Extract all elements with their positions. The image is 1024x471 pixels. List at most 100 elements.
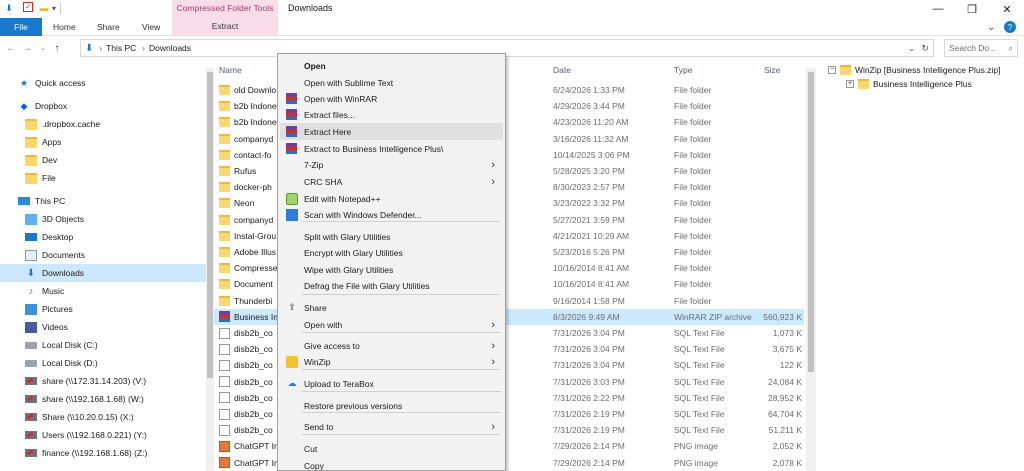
menu-item-open-with-sublime-text[interactable]: Open with Sublime Text [280,74,503,91]
back-arrow-icon[interactable]: ← [4,41,18,55]
restore-button[interactable]: ❐ [955,0,989,18]
menu-item-send-to[interactable]: Send to › [280,418,503,435]
menu-item-open[interactable]: Open [280,57,503,74]
image-file-icon [219,457,230,469]
menu-item-scan-with-windows-defender[interactable]: Scan with Windows Defender... [280,206,503,223]
forward-arrow-icon[interactable]: → [20,41,34,55]
sidebar-item-finance-z[interactable]: finance (\\192.168.1.68) (Z:) [0,444,206,462]
menu-item-open-with-winrar[interactable]: Open with WinRAR [280,90,503,107]
menu-item-winzip[interactable]: WinZip › [280,353,503,370]
menu-item-label: Scan with Windows Defender... [304,209,422,220]
sidebar-item-file[interactable]: File [0,169,206,187]
sidebar-item-music[interactable]: ♪ Music [0,282,206,300]
sidebar-item-label: Music [42,286,65,296]
menu-item-encrypt-with-glary-utilities[interactable]: Encrypt with Glary Utilities [280,244,503,261]
menu-item-copy[interactable]: Copy [280,457,503,471]
scrollbar-thumb[interactable] [808,72,814,372]
file-type: File folder [674,85,712,95]
column-header-size[interactable]: Size [764,65,781,75]
address-bar[interactable]: ⬇ › This PC › Downloads ⌄ ↻ [80,39,934,57]
file-name: old Downlo [234,85,277,95]
ribbon-expand-icon[interactable]: ⌄ [987,18,995,36]
column-header-date[interactable]: Date [553,65,571,75]
navigation-pane-scrollbar[interactable] [206,68,214,471]
refresh-icon[interactable]: ↻ [921,43,929,54]
minimize-button[interactable]: — [921,0,955,18]
sidebar-item-dropbox[interactable]: ◆ Dropbox [0,97,206,115]
menu-item-open-with[interactable]: Open with › [280,316,503,333]
sidebar-item-dev[interactable]: Dev [0,151,206,169]
sidebar-item-this-pc[interactable]: This PC [0,192,206,210]
column-header-type[interactable]: Type [674,65,692,75]
sidebar-item-desktop[interactable]: Desktop [0,228,206,246]
menu-item-upload-to-terabox[interactable]: ☁ Upload to TeraBox [280,375,503,392]
sidebar-item-3d-objects[interactable]: 3D Objects [0,210,206,228]
sidebar-item-downloads[interactable]: ⬇ Downloads [0,264,206,282]
file-type: File folder [674,295,712,306]
file-type: File folder [674,166,712,176]
sidebar-item-videos[interactable]: Videos [0,318,206,336]
sidebar-item-documents[interactable]: Documents [0,246,206,264]
menu-item-edit-with-notepad[interactable]: Edit with Notepad++ [280,190,503,207]
collapse-icon[interactable]: − [828,66,836,74]
tab-home[interactable]: Home [53,18,76,36]
dropbox-icon: ◆ [20,100,28,111]
menu-item-split-with-glary-utilities[interactable]: Split with Glary Utilities [280,228,503,245]
search-input[interactable]: Search Do... ⌕ [944,39,1018,57]
file-size: 2,052 K [772,441,802,452]
menu-item-label: 7-Zip [304,159,324,170]
sidebar-item-quick-access[interactable]: ★ Quick access [0,74,206,92]
expand-icon[interactable]: + [846,80,854,88]
sidebar-item-label: Documents [42,250,85,260]
up-arrow-icon[interactable]: ↑ [50,41,64,55]
sidebar-item-users-y[interactable]: Users (\\192.168.0.221) (Y:) [0,426,206,444]
search-icon: ⌕ [1008,42,1013,53]
sidebar-item-local-disk-d[interactable]: Local Disk (D:) [0,354,206,372]
sidebar-item-share-v[interactable]: share (\\172.31.14.203) (V:) [0,372,206,390]
properties-check-icon[interactable]: ✓ [23,2,33,12]
sidebar-item-dropbox-cache[interactable]: .dropbox.cache [0,115,206,133]
menu-item-extract-here[interactable]: Extract Here [280,123,503,140]
tree-item-label: WinZip [Business Intelligence Plus.zip] [855,65,1001,75]
close-button[interactable]: ✕ [990,0,1024,18]
column-header-name[interactable]: Name [219,65,242,75]
download-arrow-icon[interactable]: ⬇ [3,2,15,14]
file-size: 24,084 K [767,376,802,387]
menu-item-share[interactable]: ⇪ Share [280,299,503,316]
sidebar-item-local-disk-c[interactable]: Local Disk (C:) [0,336,206,354]
help-icon[interactable]: ? [1004,21,1016,33]
file-type: File folder [674,279,712,290]
menu-item-defrag-the-file-with-glary-utilities[interactable]: Defrag the File with Glary Utilities [280,277,503,294]
quick-access-dropdown-icon[interactable]: ▾ [48,2,60,14]
menu-item-extract-to-business-intelligence-plus[interactable]: Extract to Business Intelligence Plus\ [280,140,503,157]
breadcrumb-this-pc[interactable]: This PC [106,43,136,53]
file-date: 7/29/2026 2:14 PM [553,457,625,468]
menu-item-wipe-with-glary-utilities[interactable]: Wipe with Glary Utilities [280,261,503,278]
menu-item-give-access-to[interactable]: Give access to › [280,337,503,354]
file-list-scrollbar[interactable] [806,68,816,471]
tab-file[interactable]: File [0,18,42,36]
menu-item-crc-sha[interactable]: CRC SHA › [280,173,503,190]
breadcrumb-downloads[interactable]: Downloads [149,43,191,53]
address-dropdown-icon[interactable]: ⌄ [908,44,915,53]
sidebar-item-apps[interactable]: Apps [0,133,206,151]
menu-item-label: Open with [304,319,343,330]
menu-item-extract-files[interactable]: Extract files... [280,106,503,123]
breadcrumb-separator-icon: › [99,43,103,53]
scrollbar-thumb[interactable] [207,72,213,378]
menu-item-cut[interactable]: Cut [280,440,503,457]
sidebar-item-share-w[interactable]: share (\\192.168.1.68) (W:) [0,390,206,408]
submenu-arrow-icon: › [491,355,495,368]
file-type: File folder [674,198,712,209]
sidebar-item-share-x[interactable]: Share (\\10.20.0.15) (X:) [0,408,206,426]
file-type: SQL Text File [674,344,725,355]
tree-item-business-intelligence-plus[interactable]: + Business Intelligence Plus [846,76,972,92]
recent-locations-chevron-icon[interactable]: ⌄ [36,41,50,55]
tab-share[interactable]: Share [97,18,120,36]
tab-view[interactable]: View [142,18,160,36]
menu-item-7-zip[interactable]: 7-Zip › [280,156,503,173]
menu-item-restore-previous-versions[interactable]: Restore previous versions [280,397,503,414]
sidebar-item-pictures[interactable]: Pictures [0,300,206,318]
winrar-archive-icon [219,311,230,323]
sidebar-item-label: Desktop [42,232,74,242]
